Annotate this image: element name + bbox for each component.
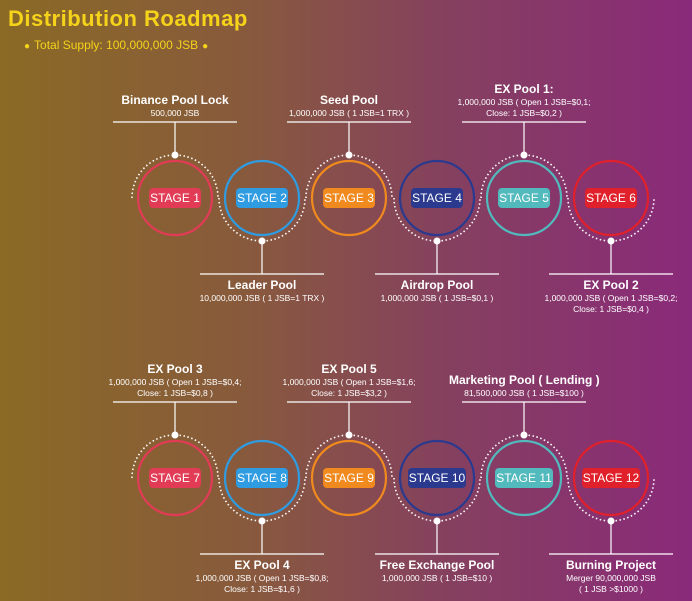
connector-node bbox=[345, 151, 353, 159]
stage-title: EX Pool 5 bbox=[321, 362, 377, 376]
stage-detail-line: Close: 1 JSB=$0,8 ) bbox=[137, 388, 213, 398]
stage-detail-line: Close: 1 JSB=$0,2 ) bbox=[486, 108, 562, 118]
stage-detail: 1,000,000 JSB ( 1 JSB=$10 ) bbox=[362, 573, 512, 584]
connector-node bbox=[520, 431, 528, 439]
stage-detail: 1,000,000 JSB ( 1 JSB=$0,1 ) bbox=[362, 293, 512, 304]
stage-detail: 1,000,000 JSB ( Open 1 JSB=$0,1; Close: 1… bbox=[449, 97, 599, 119]
connector-node bbox=[520, 151, 528, 159]
stage-badge: STAGE 5 bbox=[498, 188, 550, 208]
stage-detail-line: 81,500,000 JSB ( 1 JSB=$100 ) bbox=[464, 388, 584, 398]
stage-detail-line: Close: 1 JSB=$0,4 ) bbox=[573, 304, 649, 314]
stage-badge: STAGE 6 bbox=[585, 188, 637, 208]
stage-title: Burning Project bbox=[565, 558, 656, 572]
stage-title: EX Pool 2 bbox=[583, 278, 639, 292]
stage-title: Leader Pool bbox=[227, 278, 297, 292]
stage-badge: STAGE 11 bbox=[495, 468, 553, 488]
stage-detail-line: 1,000,000 JSB ( Open 1 JSB=$0,1; bbox=[457, 97, 591, 107]
stage-detail-line: 1,000,000 JSB ( Open 1 JSB=$0,4; bbox=[108, 377, 242, 387]
stage-detail: 1,000,000 JSB ( Open 1 JSB=$0,4; Close: 1… bbox=[100, 377, 250, 399]
connector-node bbox=[607, 517, 615, 525]
connector-node bbox=[171, 431, 179, 439]
stage-badge: STAGE 10 bbox=[408, 468, 466, 488]
stage-title: EX Pool 4 bbox=[234, 558, 290, 572]
stage-title: Seed Pool bbox=[319, 93, 378, 107]
connector-node bbox=[433, 237, 441, 245]
stage-detail-line: 1,000,000 JSB ( Open 1 JSB=$1,6; bbox=[282, 377, 416, 387]
stage-detail-line: 1,000,000 JSB ( 1 JSB=$10 ) bbox=[381, 573, 493, 583]
stage-detail: 500,000 JSB bbox=[100, 108, 250, 119]
stage-title: Free Exchange Pool bbox=[379, 558, 495, 572]
stage-badge: STAGE 1 bbox=[149, 188, 201, 208]
connector-node bbox=[171, 151, 179, 159]
stage-badge: STAGE 7 bbox=[149, 468, 201, 488]
stage-badge: STAGE 3 bbox=[323, 188, 375, 208]
connector-node bbox=[433, 517, 441, 525]
connector-node bbox=[258, 517, 266, 525]
stage-detail: 10,000,000 JSB ( 1 JSB=1 TRX ) bbox=[187, 293, 337, 304]
stage-detail-line: 500,000 JSB bbox=[150, 108, 200, 118]
stage-detail-line: Merger 90,000,000 JSB bbox=[566, 573, 656, 583]
stage-detail-line: Close: 1 JSB=$3,2 ) bbox=[311, 388, 387, 398]
connector-node bbox=[607, 237, 615, 245]
stage-badge: STAGE 9 bbox=[323, 468, 375, 488]
stage-detail-line: 10,000,000 JSB ( 1 JSB=1 TRX ) bbox=[199, 293, 325, 303]
stage-detail-line: Close: 1 JSB=$1,6 ) bbox=[224, 584, 300, 594]
connector-node bbox=[345, 431, 353, 439]
stage-detail: Merger 90,000,000 JSB( 1 JSB >$1000 ) bbox=[536, 573, 686, 595]
stage-badge: STAGE 2 bbox=[236, 188, 288, 208]
stage-detail: 1,000,000 JSB ( Open 1 JSB=$0,8; Close: 1… bbox=[187, 573, 337, 595]
stage-detail: 1,000,000 JSB ( Open 1 JSB=$0,2; Close: 1… bbox=[536, 293, 686, 315]
stage-title: Binance Pool Lock bbox=[121, 93, 229, 107]
stage-title: Marketing Pool ( Lending ) bbox=[449, 373, 600, 387]
stage-detail-line: 1,000,000 JSB ( 1 JSB=1 TRX ) bbox=[288, 108, 410, 118]
stage-detail: 1,000,000 JSB ( Open 1 JSB=$1,6; Close: 1… bbox=[274, 377, 424, 399]
stage-detail-line: 1,000,000 JSB ( 1 JSB=$0,1 ) bbox=[380, 293, 494, 303]
stage-badge: STAGE 8 bbox=[236, 468, 288, 488]
stage-title: EX Pool 3 bbox=[147, 362, 203, 376]
stage-title: Airdrop Pool bbox=[400, 278, 474, 292]
stage-badge: STAGE 4 bbox=[411, 188, 463, 208]
stage-title: EX Pool 1: bbox=[494, 82, 554, 96]
stage-detail-line: ( 1 JSB >$1000 ) bbox=[578, 584, 644, 594]
stage-badge: STAGE 12 bbox=[582, 468, 640, 488]
connector-node bbox=[258, 237, 266, 245]
stage-detail-line: 1,000,000 JSB ( Open 1 JSB=$0,8; bbox=[195, 573, 329, 583]
stage-detail: 81,500,000 JSB ( 1 JSB=$100 ) bbox=[449, 388, 599, 399]
stage-detail: 1,000,000 JSB ( 1 JSB=1 TRX ) bbox=[274, 108, 424, 119]
stage-detail-line: 1,000,000 JSB ( Open 1 JSB=$0,2; bbox=[544, 293, 678, 303]
